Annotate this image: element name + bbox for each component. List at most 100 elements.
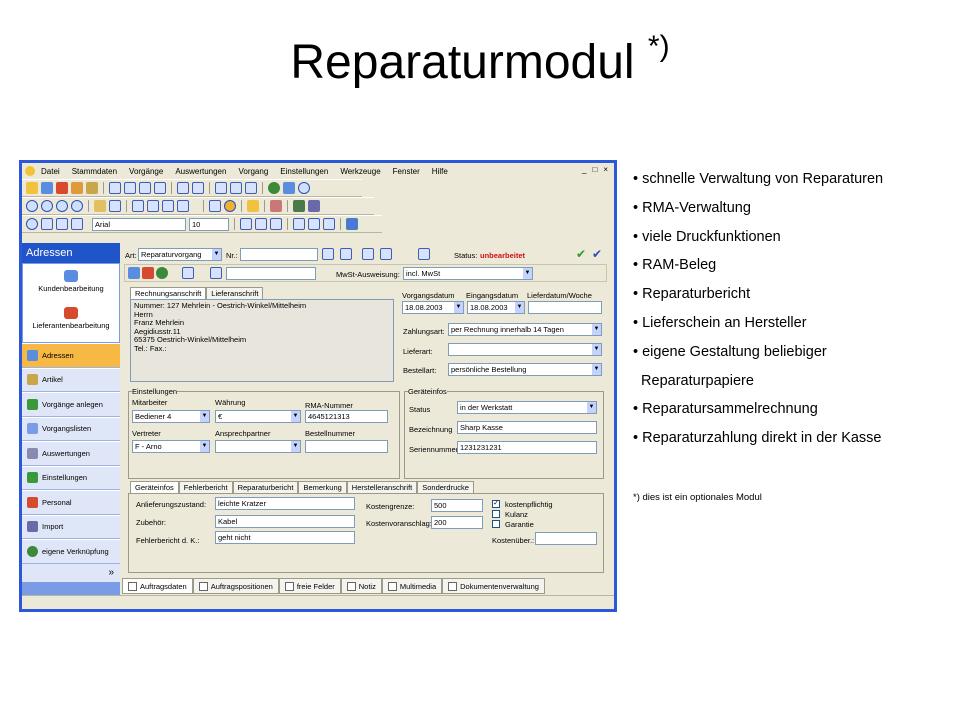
sidebar-item-lieferantenbearbeitung[interactable]: Lieferantenbearbeitung: [23, 321, 119, 330]
tab-herstelleranschrift[interactable]: Herstelleranschrift: [346, 481, 418, 493]
save-check-icon[interactable]: ✔: [592, 247, 602, 261]
globe-icon[interactable]: [156, 267, 168, 279]
font-select[interactable]: Arial: [92, 217, 186, 231]
pen-icon[interactable]: [132, 200, 144, 212]
tile-icon[interactable]: [230, 182, 242, 194]
search-input[interactable]: [226, 267, 316, 280]
tab-reparaturbericht[interactable]: Reparaturbericht: [232, 481, 299, 493]
lieferdatum-input[interactable]: [528, 301, 602, 314]
menu-einstellungen[interactable]: Einstellungen: [280, 167, 328, 176]
vorgangsdatum-select[interactable]: 18.08.2003 ▼: [402, 301, 464, 314]
box-icon[interactable]: [293, 200, 305, 212]
sidebar-expand-button[interactable]: »: [22, 563, 120, 582]
geraet-status-select[interactable]: in der Werkstatt ▼: [457, 401, 597, 414]
chart-icon[interactable]: [139, 182, 151, 194]
tab-bemerkung[interactable]: Bemerkung: [298, 481, 347, 493]
anlieferung-input[interactable]: leichte Kratzer: [215, 497, 355, 510]
copy-icon[interactable]: [56, 218, 68, 230]
mwst-select[interactable]: incl. MwSt ▼: [403, 267, 533, 280]
tab-auftragspositionen[interactable]: Auftragspositionen: [192, 578, 279, 594]
seriennummer-input[interactable]: 1231231231: [457, 441, 597, 454]
ansprechpartner-select[interactable]: ▼: [215, 440, 301, 453]
menu-vorgang[interactable]: Vorgang: [238, 167, 268, 176]
tag-icon[interactable]: [308, 200, 320, 212]
tab-sonderdrucke[interactable]: Sonderdrucke: [417, 481, 474, 493]
cut-icon[interactable]: [41, 218, 53, 230]
close-button[interactable]: ×: [603, 165, 608, 174]
link-icon[interactable]: [270, 200, 282, 212]
sidebar-item-artikel[interactable]: Artikel: [22, 367, 120, 392]
tab-fehlerbericht[interactable]: Fehlerbericht: [178, 481, 233, 493]
confirm-check-icon[interactable]: ✔: [576, 247, 586, 261]
help-icon[interactable]: [298, 182, 310, 194]
user-icon[interactable]: [41, 182, 53, 194]
report-icon[interactable]: [124, 182, 136, 194]
paste-icon[interactable]: [71, 218, 83, 230]
print-icon[interactable]: [322, 248, 334, 260]
user-icon[interactable]: [128, 267, 140, 279]
nav-prev-icon[interactable]: [41, 200, 53, 212]
tab-auftragsdaten[interactable]: Auftragsdaten: [122, 578, 193, 594]
contacts-icon[interactable]: [283, 182, 295, 194]
export-icon[interactable]: [362, 248, 374, 260]
preview-icon[interactable]: [177, 200, 189, 212]
menu-werkzeuge[interactable]: Werkzeuge: [340, 167, 380, 176]
save-icon[interactable]: [147, 200, 159, 212]
underline-icon[interactable]: [270, 218, 282, 230]
nav-first-icon[interactable]: [26, 200, 38, 212]
align-center-icon[interactable]: [308, 218, 320, 230]
kostenueber-input[interactable]: [535, 532, 597, 545]
menu-datei[interactable]: Datei: [41, 167, 60, 176]
chevron-down-icon[interactable]: [192, 200, 198, 212]
waehrung-select[interactable]: € ▼: [215, 410, 301, 423]
vertreter-select[interactable]: F - Arno ▼: [132, 440, 210, 453]
tab-rechnungsanschrift[interactable]: Rechnungsanschrift: [130, 287, 207, 299]
italic-icon[interactable]: [255, 218, 267, 230]
zubehoer-input[interactable]: Kabel: [215, 515, 355, 528]
menu-stammdaten[interactable]: Stammdaten: [72, 167, 117, 176]
tool-icon[interactable]: [94, 200, 106, 212]
eingangsdatum-select[interactable]: 18.08.2003 ▼: [467, 301, 525, 314]
sidebar-item-personal[interactable]: Personal: [22, 490, 120, 515]
menu-vorgaenge[interactable]: Vorgänge: [129, 167, 163, 176]
minimize-button[interactable]: _: [582, 165, 586, 174]
truck-icon[interactable]: [142, 267, 154, 279]
bezeichnung-input[interactable]: Sharp Kasse: [457, 421, 597, 434]
tool-icon[interactable]: [86, 182, 98, 194]
zahlungsart-select[interactable]: per Rechnung innerhalb 14 Tagen ▼: [448, 323, 602, 336]
clock-icon[interactable]: [224, 200, 236, 212]
grid-icon[interactable]: [245, 182, 257, 194]
sidebar-item-eigene-verknuepfung[interactable]: eigene Verknüpfung: [22, 539, 120, 564]
calc-icon[interactable]: [209, 200, 221, 212]
print-icon[interactable]: [162, 200, 174, 212]
align-right-icon[interactable]: [323, 218, 335, 230]
document-icon[interactable]: [182, 267, 194, 279]
nr-input[interactable]: [240, 248, 318, 261]
sidebar-item-vorgangslisten[interactable]: Vorgangslisten: [22, 416, 120, 441]
document-icon[interactable]: [109, 182, 121, 194]
sidebar-item-kundenbearbeitung[interactable]: Kundenbearbeitung: [23, 284, 119, 293]
kulanz-checkbox[interactable]: [492, 510, 500, 518]
sidebar-item-einstellungen[interactable]: Einstellungen: [22, 465, 120, 490]
kostengrenze-input[interactable]: 500: [431, 499, 483, 512]
font-size-select[interactable]: 10: [189, 217, 229, 231]
align-left-icon[interactable]: [293, 218, 305, 230]
tab-multimedia[interactable]: Multimedia: [381, 578, 443, 594]
art-select[interactable]: Reparaturvorgang ▼: [138, 248, 222, 261]
fehlerbericht-input[interactable]: geht nicht: [215, 531, 355, 544]
mitarbeiter-select[interactable]: Bediener 4 ▼: [132, 410, 210, 423]
lock-icon[interactable]: [210, 267, 222, 279]
nav-last-icon[interactable]: [71, 200, 83, 212]
bold-icon[interactable]: [240, 218, 252, 230]
sidebar-item-adressen[interactable]: Adressen: [22, 343, 120, 368]
sidebar-item-auswertungen[interactable]: Auswertungen: [22, 441, 120, 466]
new-icon[interactable]: [26, 182, 38, 194]
tab-notiz[interactable]: Notiz: [340, 578, 382, 594]
settings-icon[interactable]: [340, 248, 352, 260]
garantie-checkbox[interactable]: [492, 520, 500, 528]
menu-fenster[interactable]: Fenster: [393, 167, 420, 176]
truck-icon[interactable]: [56, 182, 68, 194]
cascade-icon[interactable]: [215, 182, 227, 194]
kostenpflichtig-checkbox[interactable]: ✓: [492, 500, 500, 508]
window-icon[interactable]: [192, 182, 204, 194]
